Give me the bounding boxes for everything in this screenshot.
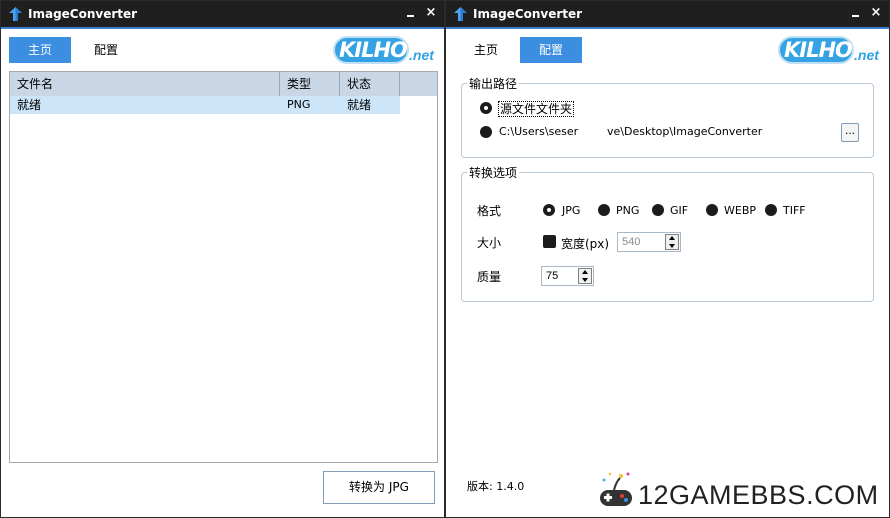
file-list[interactable]: 文件名 类型 状态 就绪 PNG 就绪 [9,71,438,463]
output-path-group: 输出路径 源文件文件夹 C:\Users\seser ve\Desktop\Im… [461,75,874,158]
quality-value: 75 [546,270,559,282]
quality-stepper[interactable]: 75 [541,266,594,286]
title-bar[interactable]: ImageConverter × [446,1,889,27]
left-window: ImageConverter × 主页 配置 KILHO .net 文件名 类型… [0,0,445,518]
row-filename: 就绪 [17,98,42,112]
custom-path-suffix: ve\Desktop\ImageConverter [607,125,763,138]
version-label: 版本: 1.4.0 [467,480,525,493]
format-radio-tiff[interactable] [765,204,777,216]
watermark: 12GAMEBBS.COM [596,466,886,514]
chevron-up-icon[interactable] [582,270,588,274]
title-bar[interactable]: ImageConverter × [1,1,444,27]
table-row[interactable]: 就绪 PNG 就绪 [10,96,400,114]
format-label-gif: GIF [670,204,689,217]
kilho-logo: KILHO .net [333,36,434,66]
custom-path-radio[interactable] [480,126,492,138]
logo-suffix: .net [854,47,879,63]
close-button[interactable]: × [424,5,438,21]
custom-path-prefix: C:\Users\seser [499,125,579,138]
format-label-webp: WEBP [724,204,757,217]
size-label: 大小 [477,236,502,250]
close-button[interactable]: × [869,5,883,21]
width-checkbox[interactable] [543,235,556,248]
quality-label: 质量 [477,270,502,284]
logo-suffix: .net [409,47,434,63]
format-radio-png[interactable] [598,204,610,216]
list-header: 文件名 类型 状态 [10,72,437,96]
format-label: 格式 [477,204,502,218]
right-window: ImageConverter × 主页 配置 KILHO .net 输出路径 源… [445,0,890,518]
format-label-png: PNG [616,204,640,217]
browse-button[interactable]: ... [841,123,859,142]
title-accent-line [446,27,889,29]
column-header-status[interactable]: 状态 [340,72,400,96]
app-icon [9,7,22,21]
source-folder-label-wrap: 源文件文件夹 [498,100,575,117]
column-header-type[interactable]: 类型 [280,72,340,96]
minimize-icon [852,15,859,17]
width-checkbox-label: 宽度(px) [561,237,610,251]
row-status: 就绪 [347,98,372,112]
convert-options-label: 转换选项 [467,164,520,181]
width-stepper-buttons[interactable] [665,234,679,250]
output-path-label: 输出路径 [467,75,520,92]
format-radio-gif[interactable] [652,204,664,216]
format-label-tiff: TIFF [783,204,806,217]
chevron-up-icon[interactable] [669,236,675,240]
logo-text: KILHO [784,38,853,62]
quality-stepper-buttons[interactable] [578,268,592,284]
chevron-down-icon[interactable] [669,244,675,248]
title-accent-line [1,27,444,29]
window-title: ImageConverter [28,7,138,21]
gamepad-icon [600,472,632,506]
app-icon [454,7,467,21]
tab-home[interactable]: 主页 [9,37,71,63]
column-header-filename[interactable]: 文件名 [10,72,280,96]
format-label-jpg: JPG [562,204,581,217]
width-value: 540 [622,236,641,248]
source-folder-radio[interactable] [480,102,492,114]
logo-text: KILHO [339,38,408,62]
source-folder-label: 源文件文件夹 [498,101,575,117]
tab-config[interactable]: 配置 [75,37,137,63]
width-stepper[interactable]: 540 [617,232,681,252]
tab-config[interactable]: 配置 [520,37,582,63]
minimize-button[interactable] [849,4,863,22]
format-radio-jpg[interactable] [543,204,555,216]
chevron-down-icon[interactable] [582,278,588,282]
convert-options-group: 转换选项 格式 JPG PNG GIF WEBP TIFF 大小 宽度(px) … [461,164,874,302]
minimize-icon [407,15,414,17]
minimize-button[interactable] [404,4,418,22]
format-radio-webp[interactable] [706,204,718,216]
window-title: ImageConverter [473,7,583,21]
row-type: PNG [287,98,311,111]
watermark-text: 12GAMEBBS.COM [638,480,879,510]
convert-button[interactable]: 转换为 JPG [323,471,435,504]
kilho-logo: KILHO .net [778,36,879,66]
tab-home[interactable]: 主页 [455,37,517,63]
